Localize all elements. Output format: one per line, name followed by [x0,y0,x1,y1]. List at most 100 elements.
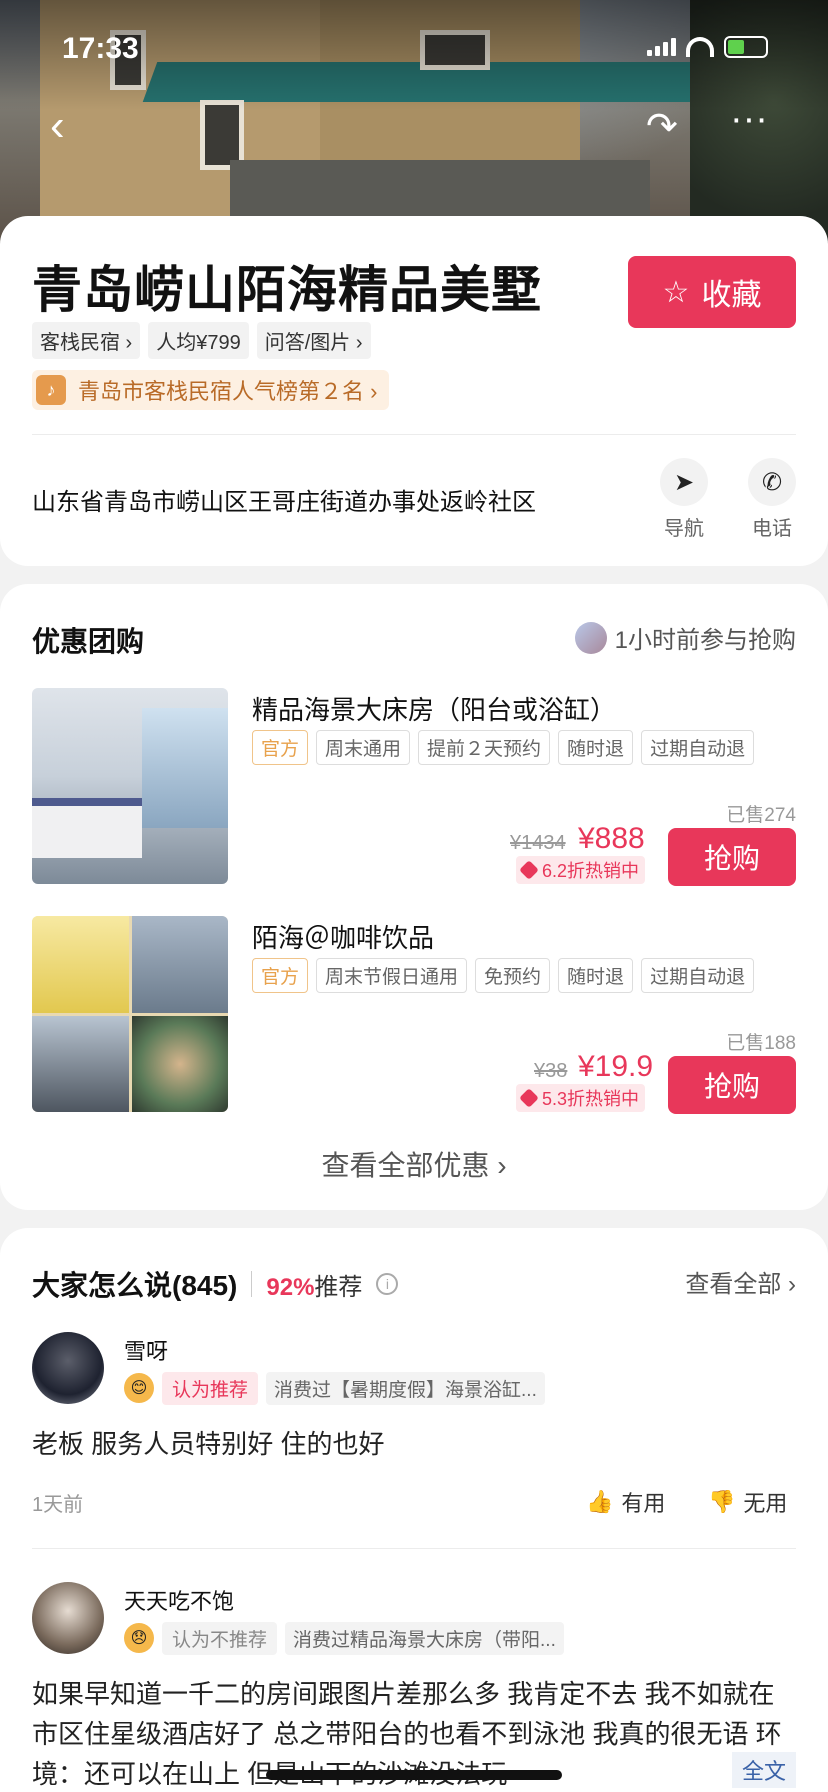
deal-price: ¥888 [578,822,645,855]
verdict-badge: 认为不推荐 [162,1621,278,1655]
thumbs-down-icon: 👎 [708,1489,736,1514]
battery-icon [724,36,768,58]
useless-label: 无用 [743,1491,788,1516]
info-icon[interactable]: i [376,1273,399,1295]
share-icon[interactable]: ↷ [646,108,678,146]
header-divider [251,1271,253,1297]
useless-button[interactable]: 👎 无用 [708,1486,787,1518]
deal-price: ¥19.9 [578,1050,654,1083]
chip: 随时退 [558,730,634,765]
hotel-tags: 客栈民宿 › 人均¥799 问答/图片 › [32,322,371,359]
status-icons [647,36,768,58]
useful-button[interactable]: 👍 有用 [586,1486,665,1518]
review-time: 1天前 [32,1494,84,1516]
recommend-rate: 92%推荐 [266,1267,362,1302]
douyin-logo-icon: ♪ [36,375,66,405]
chip: 周末通用 [316,730,411,765]
star-icon: ☆ [662,275,690,309]
deals-card [0,584,828,1210]
back-icon[interactable]: ‹ [50,104,65,148]
avatar[interactable] [32,1332,104,1404]
chip: 过期自动退 [641,958,755,993]
drink-photo [32,916,129,1013]
chip-official: 官方 [252,958,309,993]
address[interactable]: 山东省青岛市崂山区王哥庄街道办事处返岭社区 [32,482,536,517]
sold-count: 已售274 [726,805,796,826]
tag-qa-photos[interactable]: 问答/图片 › [256,322,371,359]
discount-badge: 6.2折热销中 [516,856,646,884]
phone-icon: ✆ [748,458,796,506]
tag-icon [519,860,539,880]
review-username[interactable]: 天天吃不饱 [124,1584,234,1616]
tag-icon [519,1088,539,1108]
deal-chips: 官方 周末通用 提前２天预约 随时退 过期自动退 [252,730,755,765]
chip: 免预约 [475,958,551,993]
deal-image-room[interactable] [32,688,228,884]
navigate-label: 导航 [664,518,704,540]
deal-chips: 官方 周末节假日通用 免预约 随时退 过期自动退 [252,958,755,993]
recommend-label: 推荐 [314,1273,363,1301]
favorite-label: 收藏 [701,279,762,312]
discount-text: 6.2折热销中 [542,861,640,881]
consumed-item[interactable]: 消费过精品海景大床房（带阳... [285,1621,564,1655]
chip-official: 官方 [252,730,309,765]
chip: 过期自动退 [641,730,755,765]
review-badges: 😊 认为推荐 消费过【暑期度假】海景浴缸... [124,1371,545,1405]
table-photo [32,1015,129,1112]
chip: 周末节假日通用 [316,958,468,993]
verdict-badge: 认为推荐 [162,1371,259,1405]
view-all-reviews-link[interactable]: 查看全部 › [685,1264,796,1299]
home-indicator[interactable] [266,1770,562,1780]
deals-title: 优惠团购 [32,626,145,657]
tag-category[interactable]: 客栈民宿 › [32,322,141,359]
review-username[interactable]: 雪呀 [124,1334,168,1366]
divider [32,434,796,435]
rank-badge[interactable]: ♪ 青岛市客栈民宿人气榜第２名 › [32,370,390,410]
latte-photo [131,1015,228,1112]
see-all-deals-link[interactable]: 查看全部优惠 › [0,1144,828,1184]
phone-label: 电话 [752,518,792,540]
navigation-arrow-icon: ➤ [660,458,708,506]
chip: 随时退 [558,958,634,993]
buy-button[interactable]: 抢购 [668,828,796,886]
reviews-header: 大家怎么说(845) 92%推荐 i [32,1264,399,1304]
favorite-button[interactable]: ☆ 收藏 [628,256,796,328]
deal-image-coffee[interactable] [32,916,228,1112]
useful-label: 有用 [621,1491,666,1516]
discount-badge: 5.3折热销中 [516,1084,646,1112]
recommend-percent: 92% [266,1273,315,1301]
review-text: 老板 服务人员特别好 住的也好 [32,1429,385,1459]
sold-count: 已售188 [726,1033,796,1054]
original-price: ¥38 [534,1060,568,1082]
buy-button[interactable]: 抢购 [668,1056,796,1114]
room-window [142,708,228,828]
happy-face-icon: 😊 [124,1373,154,1403]
phone-button[interactable]: ✆ 电话 [736,458,808,541]
signal-icon [647,38,676,56]
consumed-item[interactable]: 消费过【暑期度假】海景浴缸... [266,1371,545,1405]
more-icon[interactable]: ··· [730,100,768,138]
deal-name[interactable]: 陌海＠咖啡饮品 [252,918,434,955]
hotel-title: 青岛崂山陌海精品美墅 [32,262,542,318]
deal-name[interactable]: 精品海景大床房（阳台或浴缸） [252,690,616,727]
review-badges: 😞 认为不推荐 消费过精品海景大床房（带阳... [124,1621,564,1655]
recent-text: 1小时前参与抢购 [614,627,796,654]
wifi-icon [686,37,714,57]
recent-buyers: 1小时前参与抢购 [574,620,796,655]
divider [32,1548,796,1549]
reviews-title: 大家怎么说(845) [32,1270,238,1301]
navigate-button[interactable]: ➤ 导航 [648,458,720,541]
chip: 提前２天预约 [418,730,551,765]
rank-text: 青岛市客栈民宿人气榜第２名 › [78,379,378,404]
status-time: 17:33 [62,32,139,65]
full-text-link[interactable]: 全文 [731,1752,796,1788]
original-price: ¥1434 [510,832,566,854]
room-bed [32,798,142,858]
tag-avg-price: 人均¥799 [148,322,249,359]
buyer-avatar [574,621,607,654]
sea-photo [131,916,228,1013]
avatar[interactable] [32,1582,104,1654]
discount-text: 5.3折热销中 [542,1089,640,1109]
sad-face-icon: 😞 [124,1623,154,1653]
thumbs-up-icon: 👍 [586,1489,614,1514]
